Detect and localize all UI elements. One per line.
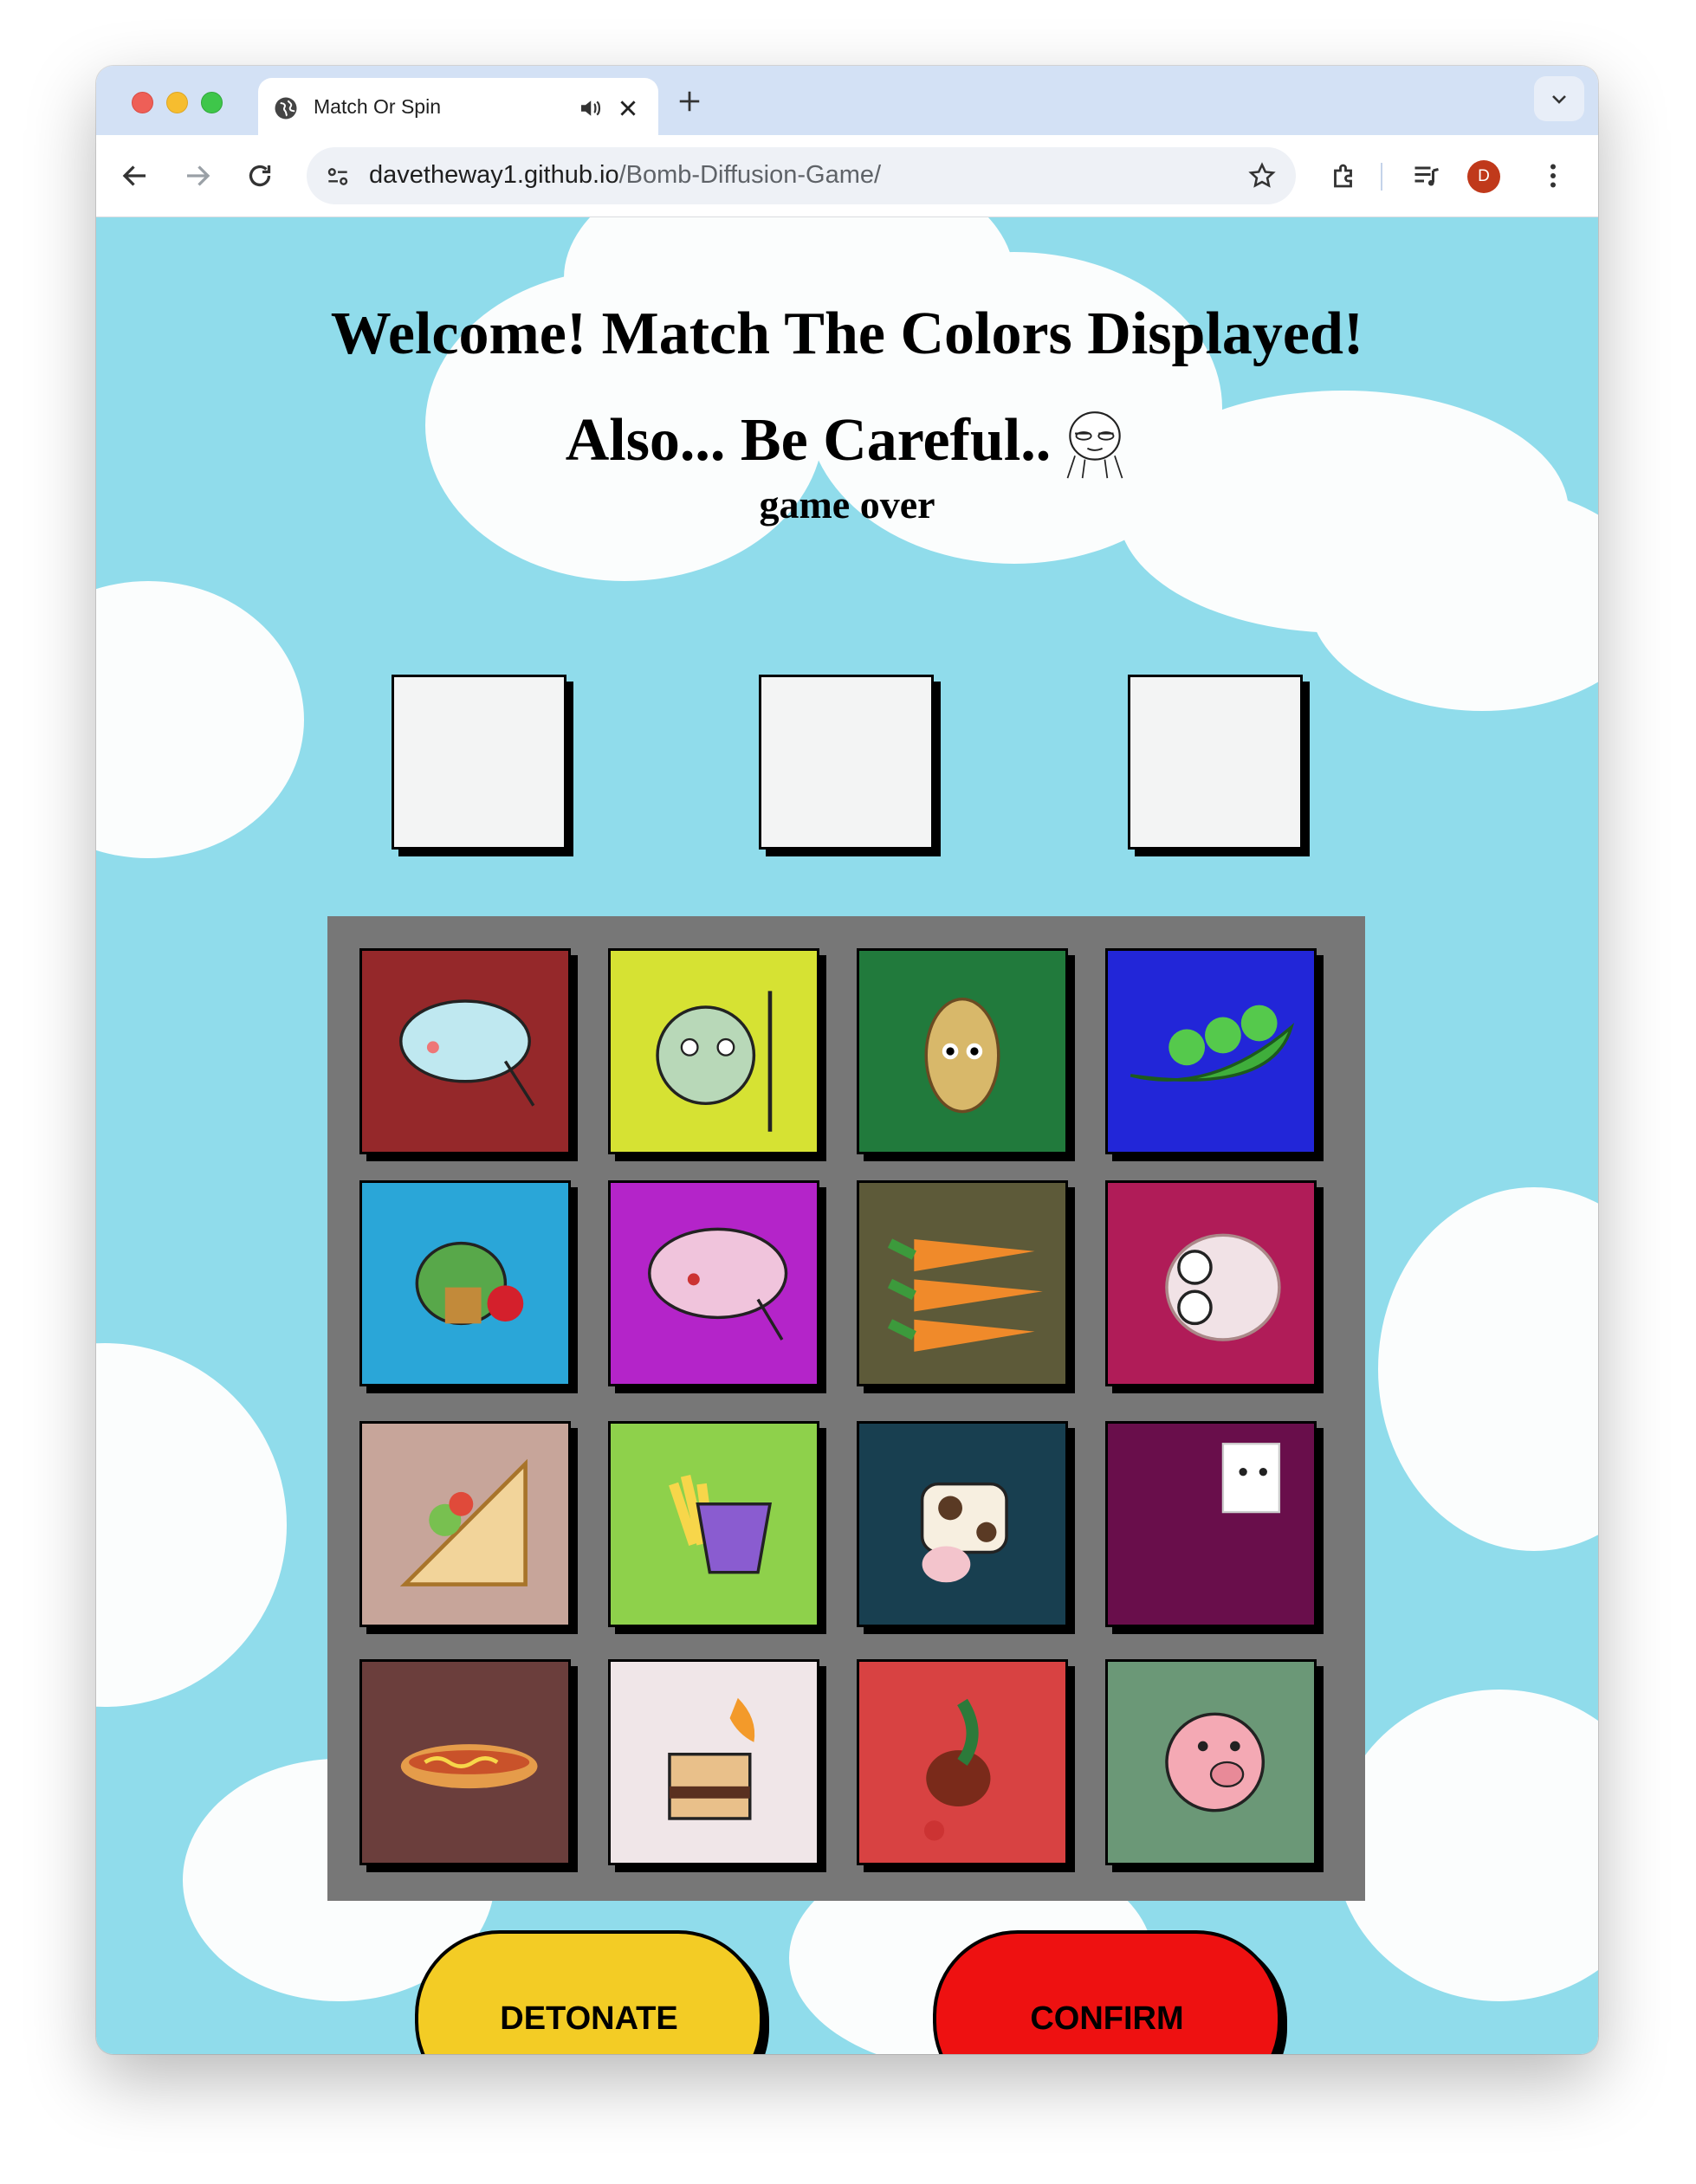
garlic-icon	[1165, 1233, 1281, 1341]
color-card-cow[interactable]	[857, 1421, 1068, 1627]
smirk-face-icon	[1066, 411, 1123, 479]
color-card-pig[interactable]	[1105, 1659, 1317, 1865]
french-fries-icon	[669, 1474, 773, 1574]
browser-window: Match Or Spin davetheway1.github.io/Bomb…	[96, 66, 1598, 2054]
game-status-text: game over	[759, 482, 935, 527]
close-tab-icon[interactable]	[617, 97, 639, 120]
target-color-slot-3	[1128, 675, 1303, 850]
peas-in-pod-icon	[1130, 1005, 1295, 1082]
minimize-window-button[interactable]	[166, 92, 188, 113]
color-card-llama[interactable]	[1105, 1421, 1317, 1627]
potato-icon	[924, 997, 1000, 1114]
target-color-slot-2	[759, 675, 934, 850]
back-arrow-icon[interactable]	[120, 160, 151, 191]
color-card-peeking-dinosaur[interactable]	[608, 948, 819, 1154]
green-dinosaur-icon	[415, 1241, 524, 1326]
llama-icon	[1221, 1443, 1281, 1514]
color-card-potato[interactable]	[857, 948, 1068, 1154]
close-window-button[interactable]	[132, 92, 153, 113]
confirm-button[interactable]: CONFIRM	[933, 1930, 1281, 2054]
color-card-sandwich[interactable]	[359, 1421, 571, 1627]
new-tab-icon[interactable]	[676, 88, 702, 114]
blue-dinosaur-icon	[399, 999, 535, 1107]
tab-search-button[interactable]	[1534, 76, 1584, 121]
pig-icon	[1165, 1712, 1266, 1812]
reload-icon[interactable]	[244, 160, 275, 191]
color-card-hotdog[interactable]	[359, 1659, 571, 1865]
extensions-puzzle-icon[interactable]	[1329, 160, 1360, 191]
detonate-button[interactable]: DETONATE	[415, 1930, 763, 2054]
color-card-pink-dinosaur[interactable]	[608, 1180, 819, 1386]
pink-dinosaur-icon	[648, 1227, 788, 1341]
heading-line-2-text: Also... Be Careful..	[565, 407, 1052, 474]
address-bar[interactable]: davetheway1.github.io/Bomb-Diffusion-Gam…	[307, 147, 1296, 204]
tab-strip: Match Or Spin	[96, 66, 1598, 135]
tab-title: Match Or Spin	[314, 95, 441, 118]
maximize-window-button[interactable]	[201, 92, 223, 113]
color-card-garlic[interactable]	[1105, 1180, 1317, 1386]
media-controls-icon[interactable]	[1411, 160, 1442, 191]
color-card-smores[interactable]	[608, 1659, 819, 1865]
rooster-icon	[923, 1698, 991, 1841]
color-card-rooster[interactable]	[857, 1659, 1068, 1865]
sandwich-icon	[399, 1458, 528, 1586]
tab-match-or-spin[interactable]: Match Or Spin	[258, 78, 658, 135]
heading-line-2: Also... Be Careful..	[96, 406, 1598, 475]
heading-line-1: Welcome! Match The Colors Displayed!	[330, 300, 1364, 367]
smores-icon	[668, 1697, 755, 1820]
globe-icon	[275, 97, 297, 120]
peeking-dinosaur-icon	[656, 991, 773, 1132]
forward-arrow-icon[interactable]	[182, 160, 213, 191]
toolbar-divider	[1381, 163, 1382, 191]
kebab-menu-icon[interactable]	[1537, 160, 1569, 191]
url-host: davetheway1.github.io	[369, 161, 619, 189]
color-card-peas-in-pod[interactable]	[1105, 948, 1317, 1154]
color-card-blue-dinosaur[interactable]	[359, 948, 571, 1154]
profile-avatar[interactable]: D	[1467, 160, 1500, 193]
url-path: /Bomb-Diffusion-Game/	[618, 161, 882, 189]
cow-icon	[920, 1482, 1008, 1583]
target-color-slot-1	[392, 675, 566, 850]
hotdog-icon	[400, 1744, 538, 1789]
color-card-carrots[interactable]	[857, 1180, 1068, 1386]
url-text: davetheway1.github.io/Bomb-Diffusion-Gam…	[369, 161, 881, 190]
color-card-green-dinosaur[interactable]	[359, 1180, 571, 1386]
speaker-icon[interactable]	[577, 95, 603, 121]
page-viewport: Welcome! Match The Colors Displayed! Als…	[96, 217, 1598, 2054]
bookmark-star-icon[interactable]	[1247, 161, 1277, 191]
chevron-down-icon	[1552, 95, 1566, 104]
carrots-icon	[887, 1238, 1043, 1352]
game-board	[327, 916, 1365, 1901]
browser-toolbar: davetheway1.github.io/Bomb-Diffusion-Gam…	[96, 135, 1598, 217]
color-card-french-fries[interactable]	[608, 1421, 819, 1627]
site-settings-icon[interactable]	[324, 163, 352, 191]
